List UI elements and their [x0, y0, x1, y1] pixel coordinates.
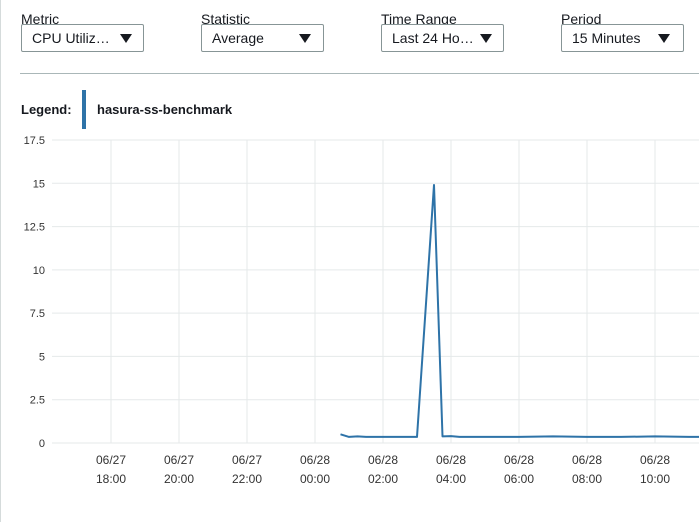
x-tick-date: 06/28 — [572, 453, 602, 467]
chevron-down-icon — [120, 34, 132, 43]
chart-legend: Legend: hasura-ss-benchmark — [20, 90, 420, 130]
x-tick-time: 08:00 — [572, 472, 602, 486]
time-range-select-value: Last 24 Ho… — [392, 30, 474, 46]
time-range-select[interactable]: Last 24 Ho… — [381, 24, 504, 52]
chevron-down-icon — [658, 34, 670, 43]
metric-select-value: CPU Utiliz… — [32, 30, 110, 46]
x-tick-time: 22:00 — [232, 472, 262, 486]
y-tick-label: 17.5 — [24, 135, 45, 147]
x-tick-time: 18:00 — [96, 472, 126, 486]
x-tick-date: 06/28 — [504, 453, 534, 467]
x-tick-date: 06/28 — [300, 453, 330, 467]
x-tick-date: 06/27 — [96, 453, 126, 467]
y-tick-label: 7.5 — [30, 308, 45, 320]
x-tick-date: 06/28 — [640, 453, 670, 467]
x-tick-date: 06/28 — [368, 453, 398, 467]
legend-series-name[interactable]: hasura-ss-benchmark — [97, 102, 232, 117]
legend-swatch — [82, 90, 86, 129]
x-tick-time: 00:00 — [300, 472, 330, 486]
x-tick-time: 04:00 — [436, 472, 466, 486]
statistic-select-value: Average — [212, 30, 264, 46]
metric-controls: Metric CPU Utiliz… Statistic Average Tim… — [0, 0, 699, 74]
y-tick-label: 12.5 — [24, 222, 45, 234]
legend-title: Legend: — [21, 102, 72, 117]
metric-select[interactable]: CPU Utiliz… — [21, 24, 144, 52]
x-tick-time: 06:00 — [504, 472, 534, 486]
y-tick-label: 10 — [33, 265, 45, 277]
x-tick-time: 10:00 — [640, 472, 670, 486]
x-tick-date: 06/27 — [164, 453, 194, 467]
period-select-value: 15 Minutes — [572, 30, 641, 46]
x-tick-date: 06/28 — [436, 453, 466, 467]
series-line — [340, 184, 699, 438]
chevron-down-icon — [480, 34, 492, 43]
statistic-select[interactable]: Average — [201, 24, 324, 52]
y-tick-label: 2.5 — [30, 395, 45, 407]
y-tick-label: 5 — [39, 351, 45, 363]
x-tick-time: 20:00 — [164, 472, 194, 486]
chevron-down-icon — [299, 34, 311, 43]
cpu-utilization-chart: 17.5 15 12.5 10 7.5 5 2.5 0 06/27 18:00 06/27 20:00… — [24, 135, 699, 486]
y-tick-label: 0 — [39, 438, 45, 450]
x-tick-date: 06/27 — [232, 453, 262, 467]
period-select[interactable]: 15 Minutes — [561, 24, 684, 52]
x-tick-time: 02:00 — [368, 472, 398, 486]
controls-divider — [20, 73, 699, 74]
y-tick-label: 15 — [33, 178, 45, 190]
